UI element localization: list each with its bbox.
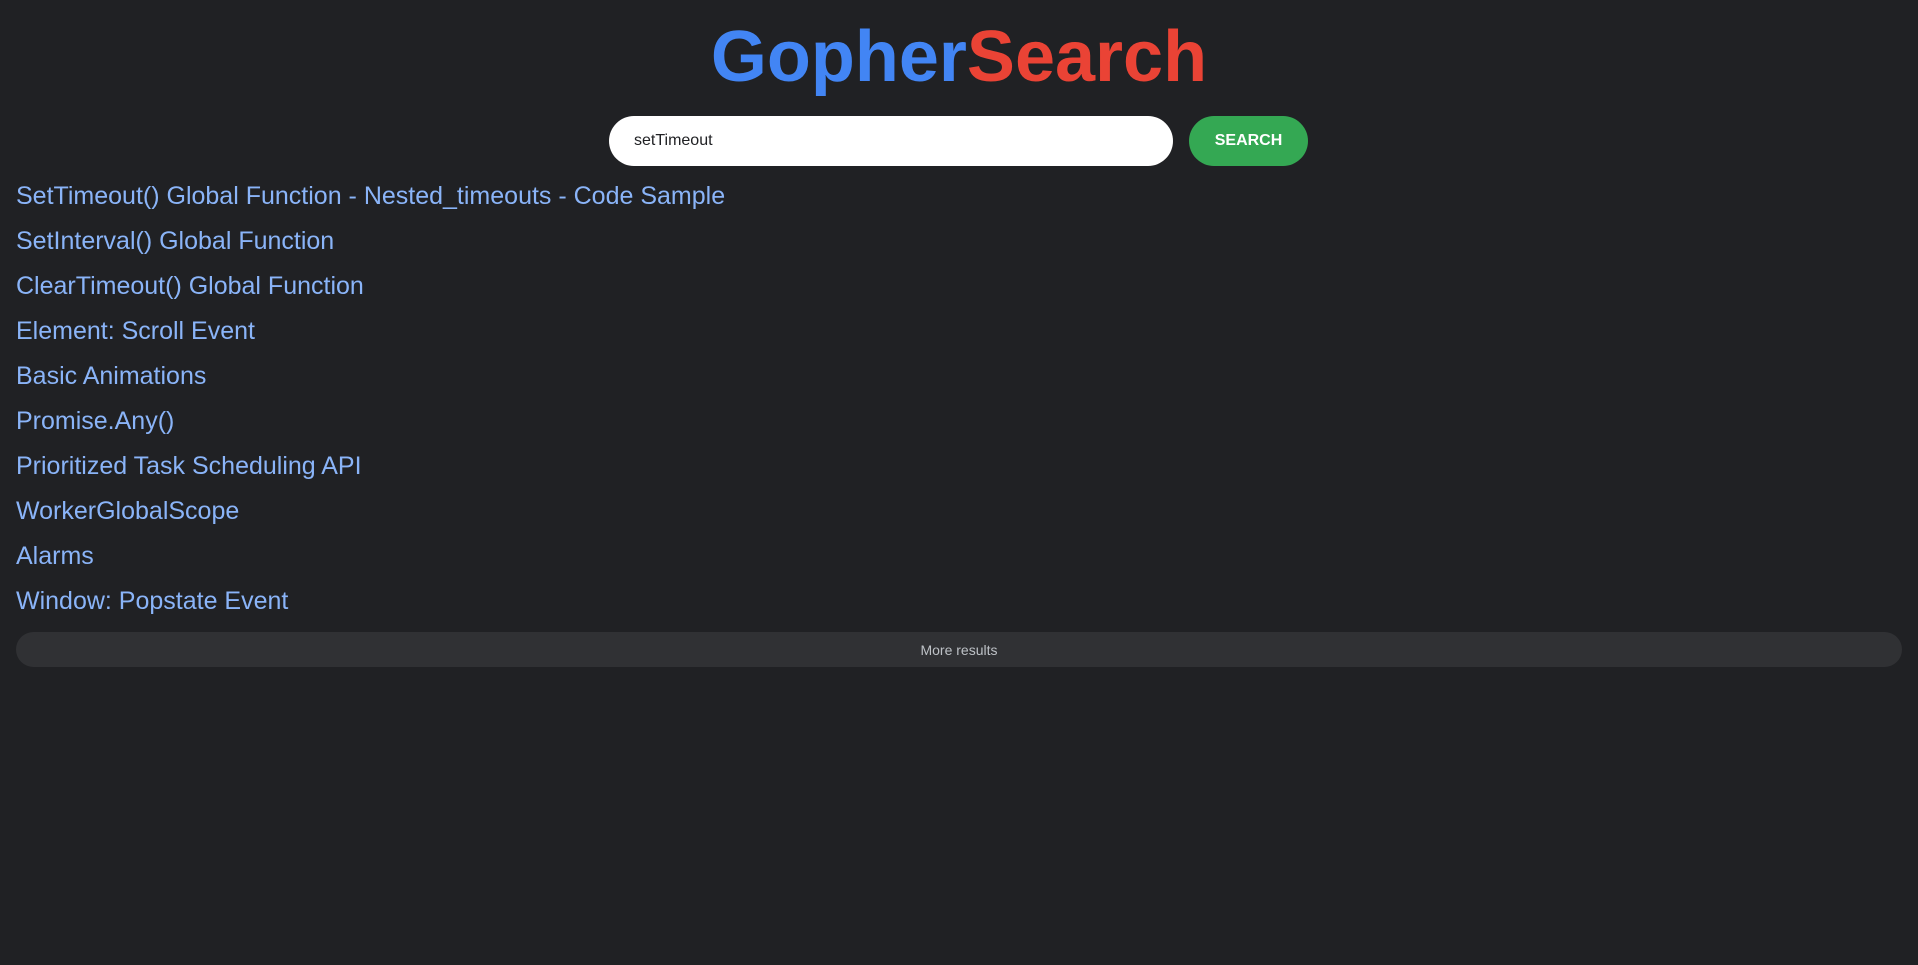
logo-gopher: Gopher	[710, 17, 967, 97]
result-link[interactable]: SetInterval() Global Function	[16, 227, 334, 255]
result-item: Basic Animations	[16, 357, 1902, 402]
results-list: SetTimeout() Global Function - Nested_ti…	[16, 177, 1902, 627]
search-button[interactable]: SEARCH	[1189, 116, 1308, 166]
result-link[interactable]: Prioritized Task Scheduling API	[16, 452, 362, 480]
logo-search: Search	[966, 17, 1208, 97]
result-item: Element: Scroll Event	[16, 312, 1902, 357]
result-item: Prioritized Task Scheduling API	[16, 447, 1902, 492]
logo: GopherSearch	[0, 14, 1918, 100]
result-item: Window: Popstate Event	[16, 582, 1902, 627]
result-link[interactable]: Basic Animations	[16, 362, 206, 390]
result-item: SetTimeout() Global Function - Nested_ti…	[16, 177, 1902, 222]
result-item: WorkerGlobalScope	[16, 492, 1902, 537]
result-item: Promise.Any()	[16, 402, 1902, 447]
result-link[interactable]: ClearTimeout() Global Function	[16, 272, 364, 300]
result-link[interactable]: Window: Popstate Event	[16, 587, 288, 615]
search-input[interactable]	[609, 116, 1173, 166]
result-link[interactable]: Alarms	[16, 542, 94, 570]
search-bar: SEARCH	[609, 116, 1308, 166]
result-link[interactable]: WorkerGlobalScope	[16, 497, 239, 525]
result-link[interactable]: Element: Scroll Event	[16, 317, 255, 345]
result-link[interactable]: SetTimeout() Global Function - Nested_ti…	[16, 182, 725, 210]
result-item: SetInterval() Global Function	[16, 222, 1902, 267]
more-results-button[interactable]: More results	[16, 632, 1902, 667]
result-item: ClearTimeout() Global Function	[16, 267, 1902, 312]
result-link[interactable]: Promise.Any()	[16, 407, 174, 435]
result-item: Alarms	[16, 537, 1902, 582]
